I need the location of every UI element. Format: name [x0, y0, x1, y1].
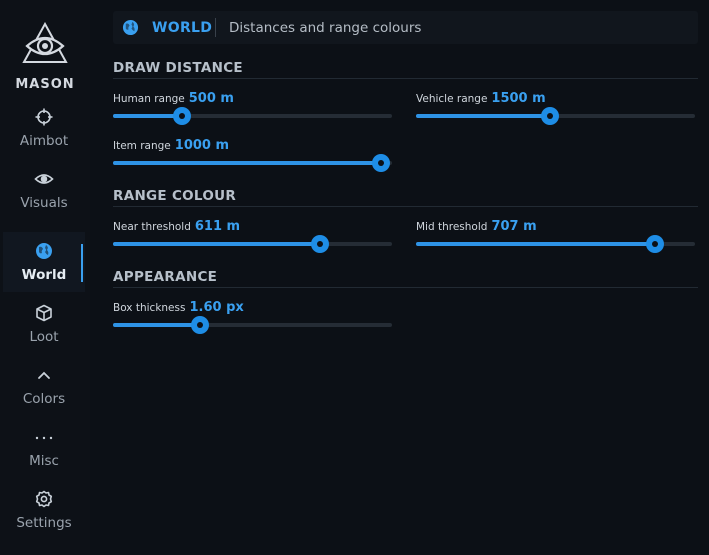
sidebar-item-label: World [21, 267, 67, 283]
sidebar-item-aimbot[interactable]: Aimbot [3, 98, 85, 158]
sidebar-item-label: Colors [22, 391, 66, 407]
sidebar-item-world[interactable]: World [3, 232, 85, 292]
eye-pyramid-icon [22, 22, 68, 63]
section-divider [113, 206, 698, 207]
slider-track[interactable] [113, 107, 392, 125]
sidebar-item-label: Settings [16, 515, 72, 531]
slider-vehicle-range: Vehicle range 1500 m [416, 91, 695, 131]
sidebar-item-visuals[interactable]: Visuals [3, 160, 85, 220]
slider-fill [416, 242, 656, 246]
slider-label: Human range 500 m [113, 91, 234, 106]
slider-thumb[interactable] [540, 107, 559, 125]
sidebar-item-loot[interactable]: Loot [3, 294, 85, 354]
sidebar-item-label: Aimbot [19, 133, 69, 149]
slider-fill [113, 114, 182, 118]
slider-thumb[interactable] [172, 107, 191, 125]
slider-thumb[interactable] [191, 316, 210, 334]
slider-track[interactable] [416, 235, 695, 253]
sidebar-item-label: Visuals [20, 195, 68, 211]
slider-label: Box thickness 1.60 px [113, 300, 244, 315]
page-title: WORLD [152, 20, 213, 36]
section-divider [113, 78, 698, 79]
section-divider [113, 287, 698, 288]
brand-logo: MASON [0, 22, 90, 92]
slider-track[interactable] [113, 235, 392, 253]
slider-item-range: Item range 1000 m [113, 138, 392, 178]
chevron-up-icon [3, 366, 85, 386]
slider-label: Mid threshold 707 m [416, 219, 537, 234]
slider-fill [416, 114, 550, 118]
brand-name: MASON [15, 77, 75, 92]
slider-value: 707 m [491, 219, 537, 234]
slider-thumb[interactable] [371, 154, 390, 172]
slider-track[interactable] [113, 316, 392, 334]
sidebar-item-misc[interactable]: Misc [3, 418, 85, 478]
slider-value: 611 m [194, 219, 241, 234]
slider-fill [113, 242, 321, 246]
slider-fill [113, 161, 381, 165]
sidebar-item-label: Misc [29, 453, 59, 469]
box-icon [3, 304, 85, 324]
slider-near-threshold: Near threshold 611 m [113, 219, 392, 259]
slider-value: 1000 m [174, 138, 230, 153]
slider-human-range: Human range 500 m [113, 91, 392, 131]
slider-label: Near threshold 611 m [113, 219, 241, 234]
header-divider [215, 18, 216, 37]
slider-track[interactable] [113, 154, 392, 172]
section-title-appearance: APPEARANCE [113, 269, 218, 285]
sidebar-item-settings[interactable]: Settings [3, 480, 85, 540]
slider-value: 500 m [188, 91, 234, 106]
sidebar: MASON Aimbot Visuals World Loot Colors M… [0, 0, 90, 555]
slider-mid-threshold: Mid threshold 707 m [416, 219, 695, 259]
slider-label: Vehicle range 1500 m [416, 91, 546, 106]
sidebar-item-colors[interactable]: Colors [3, 356, 85, 416]
page-subtitle: Distances and range colours [229, 20, 422, 36]
slider-value: 1500 m [491, 91, 546, 106]
slider-thumb[interactable] [311, 235, 330, 253]
slider-thumb[interactable] [646, 235, 665, 253]
dots-icon [3, 428, 85, 448]
slider-box-thickness: Box thickness 1.60 px [113, 300, 392, 340]
gear-icon [3, 490, 85, 510]
slider-track[interactable] [416, 107, 695, 125]
crosshair-icon [3, 108, 85, 128]
slider-value: 1.60 px [189, 300, 244, 315]
section-title-draw-distance: DRAW DISTANCE [113, 60, 243, 76]
eye-icon [3, 170, 85, 190]
slider-label: Item range 1000 m [113, 138, 230, 153]
section-title-range-colour: RANGE COLOUR [113, 188, 237, 204]
sidebar-item-label: Loot [29, 329, 59, 345]
page-header: WORLD Distances and range colours [113, 11, 698, 44]
slider-fill [113, 323, 201, 327]
globe-icon [3, 242, 85, 262]
globe-icon [122, 19, 139, 36]
